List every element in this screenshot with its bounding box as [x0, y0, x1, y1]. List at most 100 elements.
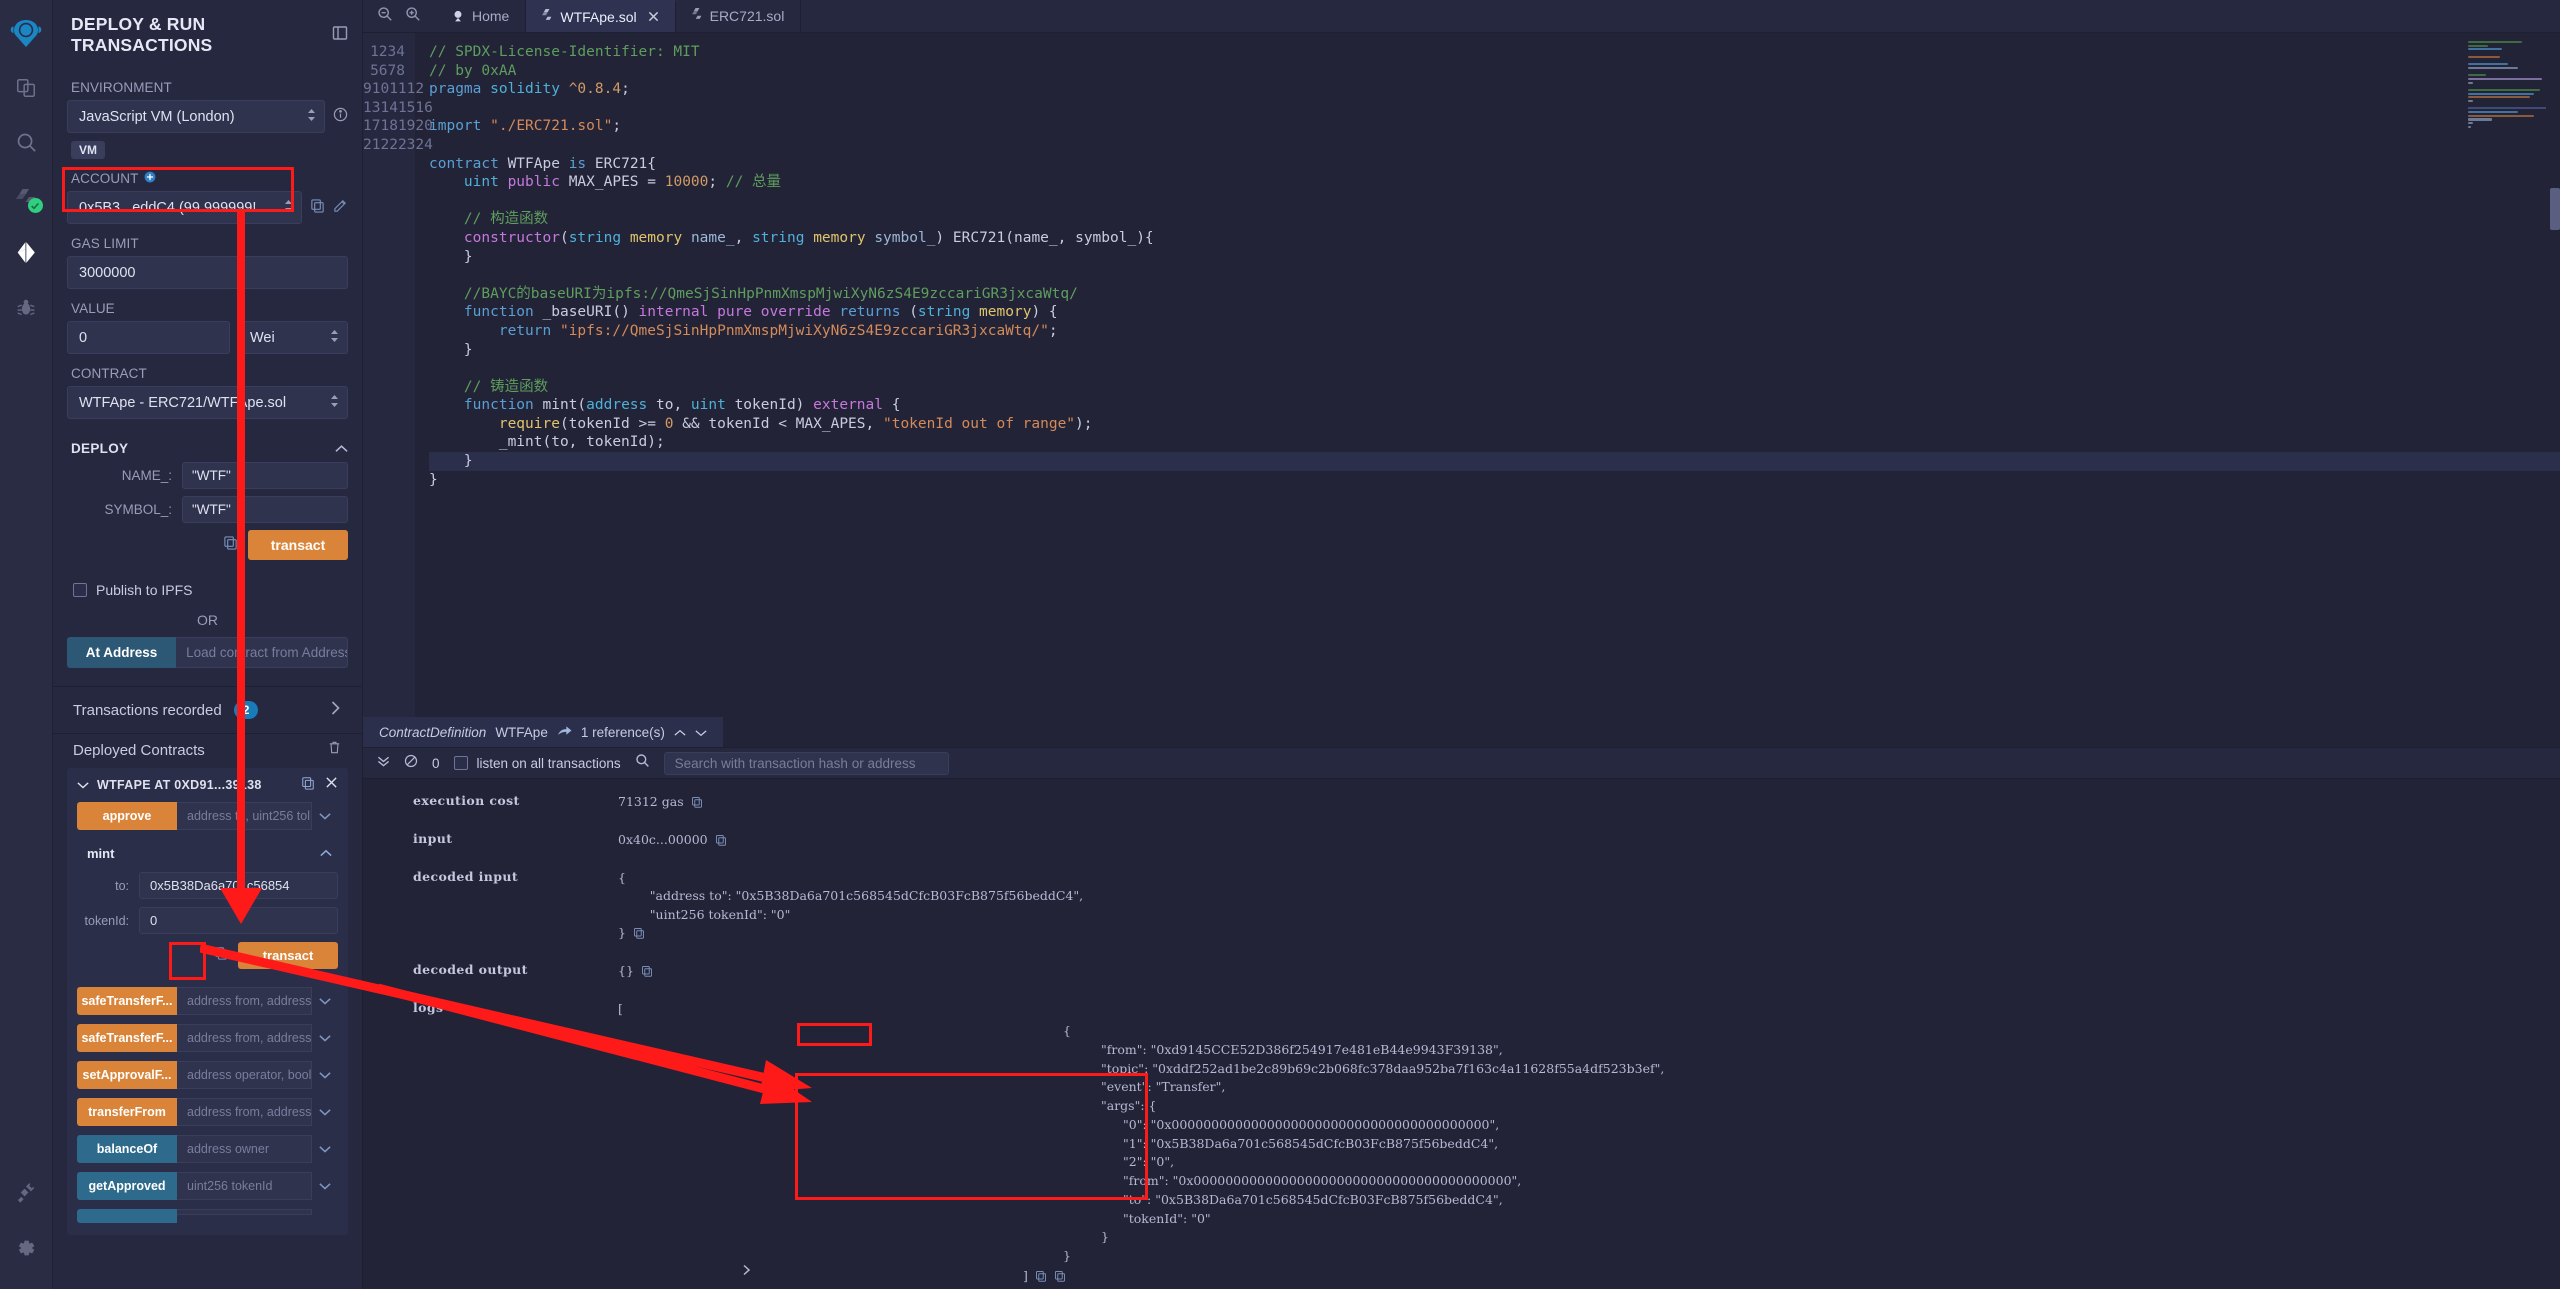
deploy-symbol-input[interactable]: "WTF"	[182, 496, 348, 523]
chevron-right-icon[interactable]	[331, 701, 340, 719]
deploy-section-title: DEPLOY	[71, 441, 129, 456]
log-from: "from": "0xd9145CCE52D386f254917e481eB44…	[1101, 1041, 1503, 1057]
chevron-down-icon[interactable]	[77, 778, 89, 792]
copy-icon[interactable]	[223, 535, 238, 555]
listen-all-checkbox[interactable]	[453, 756, 468, 770]
zoom-in-icon[interactable]	[405, 6, 421, 27]
info-icon[interactable]	[333, 107, 348, 127]
remix-logo-icon[interactable]	[0, 8, 53, 60]
chevron-down-icon[interactable]	[312, 987, 338, 1015]
chevron-down-icon[interactable]	[312, 1024, 338, 1052]
close-icon[interactable]	[325, 776, 338, 793]
transactions-recorded-row[interactable]: Transactions recorded 2	[67, 687, 348, 733]
function-button-balanceof[interactable]: balanceOf	[77, 1135, 177, 1163]
chevron-down-icon[interactable]	[695, 725, 707, 740]
search-icon[interactable]	[0, 115, 53, 170]
tab-home[interactable]: Home	[435, 0, 527, 32]
chevron-down-icon[interactable]	[312, 1098, 338, 1126]
editor-scrollbar-thumb[interactable]	[2550, 188, 2560, 230]
chevron-down-icon[interactable]	[312, 802, 338, 830]
environment-select[interactable]: JavaScript VM (London)	[67, 100, 325, 133]
contract-definition-bar: ContractDefinition WTFApe 1 reference(s)	[363, 717, 2560, 747]
chevron-down-icon[interactable]	[312, 1135, 338, 1163]
function-button-safetransferfrom-1[interactable]: safeTransferF...	[77, 987, 177, 1015]
function-button-getapproved[interactable]: getApproved	[77, 1172, 177, 1200]
deploy-section-header[interactable]: DEPLOY	[71, 441, 348, 456]
function-button-partial[interactable]	[77, 1209, 177, 1223]
function-args-getapproved[interactable]: uint256 tokenId	[177, 1172, 312, 1200]
search-icon[interactable]	[635, 753, 650, 773]
function-args-safetransferfrom-2[interactable]: address from, address	[177, 1024, 312, 1052]
copy-icon[interactable]	[214, 946, 228, 965]
function-button-approve[interactable]: approve	[77, 802, 177, 830]
mint-tokenid-input[interactable]: 0	[139, 907, 338, 934]
code-editor[interactable]: 1234 5678 9101112 13141516 17181920 2122…	[363, 33, 2560, 717]
ban-icon[interactable]	[404, 754, 418, 773]
function-args-balanceof[interactable]: address owner	[177, 1135, 312, 1163]
copy-icon[interactable]	[1035, 1270, 1047, 1285]
chevron-down-icon[interactable]	[312, 1209, 338, 1223]
function-args-setapprovalforall[interactable]: address operator, bool	[177, 1061, 312, 1089]
tab-wtfape-label: WTFApe.sol	[560, 9, 637, 25]
function-args-safetransferfrom-1[interactable]: address from, address	[177, 987, 312, 1015]
mint-to-input[interactable]: 0x5B38Da6a701c56854	[139, 872, 338, 899]
jump-to-icon[interactable]	[557, 725, 572, 740]
account-select[interactable]: 0x5B3...eddC4 (99.999999!	[67, 191, 302, 224]
plugin-manager-icon[interactable]	[0, 1165, 53, 1220]
edit-icon[interactable]	[333, 198, 348, 218]
deploy-name-input[interactable]: "WTF"	[182, 462, 348, 489]
mint-transact-button[interactable]: transact	[238, 942, 338, 969]
contract-definition-references[interactable]: 1 reference(s)	[581, 725, 665, 740]
double-chevron-icon[interactable]	[377, 754, 390, 772]
contract-select[interactable]: WTFApe - ERC721/WTFApe.sol	[67, 386, 348, 419]
copy-icon[interactable]	[633, 926, 645, 944]
value-unit-select[interactable]: Wei	[238, 321, 348, 354]
chevron-up-icon[interactable]	[674, 725, 686, 740]
at-address-button[interactable]: At Address	[67, 637, 177, 668]
mint-actions: transact	[77, 942, 338, 969]
log-arg-1: "1": "0x5B38Da6a701c568545dCfcB03FcB875f…	[1123, 1135, 1499, 1151]
listen-all-transactions-row[interactable]: listen on all transactions	[453, 756, 621, 771]
at-address-input[interactable]: Load contract from Address	[176, 637, 348, 668]
copy-icon[interactable]	[691, 795, 703, 813]
debugger-icon[interactable]	[0, 280, 53, 335]
zoom-out-icon[interactable]	[377, 6, 393, 27]
panel-layout-icon[interactable]	[332, 25, 348, 46]
chevron-up-icon[interactable]	[320, 844, 332, 862]
trash-icon[interactable]	[327, 740, 342, 760]
publish-ipfs-checkbox[interactable]	[73, 583, 87, 597]
function-header-mint[interactable]: mint	[77, 844, 338, 862]
copy-icon[interactable]	[641, 964, 653, 982]
copy-icon[interactable]	[310, 198, 325, 218]
code-content[interactable]: // SPDX-License-Identifier: MIT// by 0xA…	[415, 33, 2560, 717]
terminal-search-input[interactable]: Search with transaction hash or address	[663, 751, 949, 775]
function-button-safetransferfrom-2[interactable]: safeTransferF...	[77, 1024, 177, 1052]
solidity-compiler-icon[interactable]	[0, 170, 53, 225]
tab-wtfape-sol[interactable]: WTFApe.sol	[526, 0, 676, 32]
publish-ipfs-row[interactable]: Publish to IPFS	[67, 582, 348, 598]
tab-erc721-sol[interactable]: ERC721.sol	[676, 0, 802, 32]
copy-icon[interactable]	[301, 776, 315, 793]
deploy-transact-button[interactable]: transact	[248, 530, 348, 560]
value-input[interactable]: 0	[67, 321, 230, 354]
panel-header: DEPLOY & RUN TRANSACTIONS	[53, 0, 362, 68]
function-args-partial[interactable]	[177, 1209, 312, 1215]
gas-limit-input[interactable]: 3000000	[67, 256, 348, 289]
instance-header[interactable]: WTFAPE AT 0XD91...39138 (MEM	[77, 776, 338, 793]
sidebar-item-deploy-run[interactable]	[0, 225, 53, 280]
chevron-down-icon[interactable]	[312, 1061, 338, 1089]
function-button-transferfrom[interactable]: transferFrom	[77, 1098, 177, 1126]
chevron-up-icon[interactable]	[335, 441, 348, 456]
function-button-setapprovalforall[interactable]: setApprovalF...	[77, 1061, 177, 1089]
close-icon[interactable]	[648, 9, 659, 25]
plus-circle-icon[interactable]	[144, 171, 156, 186]
copy-icon[interactable]	[715, 833, 727, 851]
function-args-approve[interactable]: address to, uint256 tol	[177, 802, 312, 830]
terminal-expand-icon[interactable]	[741, 1264, 753, 1279]
line-number-gutter: 1234 5678 9101112 13141516 17181920 2122…	[363, 33, 433, 717]
copy-all-icon[interactable]	[1054, 1270, 1066, 1285]
file-explorer-icon[interactable]	[0, 60, 53, 115]
function-args-transferfrom[interactable]: address from, address	[177, 1098, 312, 1126]
settings-icon[interactable]	[0, 1220, 53, 1275]
chevron-down-icon[interactable]	[312, 1172, 338, 1200]
